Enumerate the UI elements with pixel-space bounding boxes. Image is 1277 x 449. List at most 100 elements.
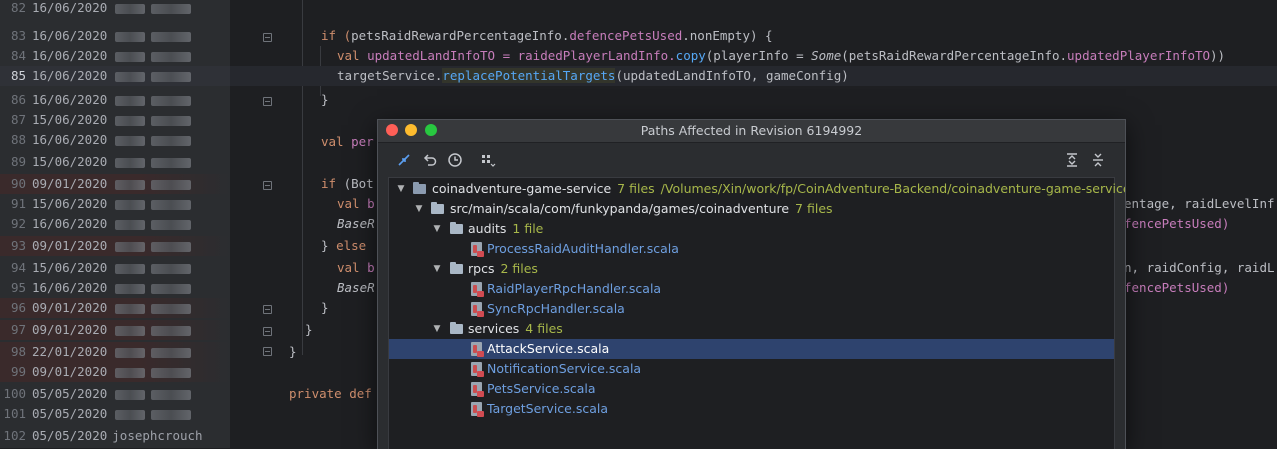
file-count: 7 files [617,181,655,196]
group-by-icon[interactable] [478,152,498,172]
field-name: updatedPlayerInfoTO [1067,48,1211,63]
gutter-row[interactable]: 84 16/06/2020 [0,46,230,66]
gutter-row[interactable]: 92 16/06/2020 [0,214,230,234]
blurred-author [151,409,192,420]
fold-marker-icon[interactable] [263,181,272,190]
folder-icon [450,322,463,334]
fold-marker-icon[interactable] [263,327,272,336]
tree-node-module[interactable]: ▼ coinadventure-game-service 7 files/Volu… [389,179,1125,199]
line-number: 90 [10,176,26,191]
code-text: n, raidConfig, raidL [1124,260,1275,275]
tree-node-file[interactable]: RaidPlayerRpcHandler.scala [389,279,1114,299]
blame-date: 05/05/2020 [32,386,108,401]
blame-date: 22/01/2020 [32,344,108,359]
blurred-author [151,283,192,294]
minimize-window-button[interactable] [405,124,417,136]
tree-node-file[interactable]: TargetService.scala [389,399,1114,419]
dialog-titlebar[interactable]: Paths Affected in Revision 6194992 [378,120,1125,143]
clock-icon[interactable] [445,152,465,172]
blurred-author [115,389,146,400]
gutter-row-current[interactable]: 85 16/06/2020 [0,66,230,86]
gutter-row[interactable]: 96 09/01/2020 [0,298,230,318]
gutter-row[interactable]: 99 09/01/2020 [0,362,230,382]
tree-node-directory[interactable]: ▼ src/main/scala/com/funkypanda/games/co… [389,199,1114,219]
scala-file-icon [471,282,484,297]
changed-paths-tree[interactable]: ▼ coinadventure-game-service 7 files/Volu… [388,177,1125,449]
blame-date: 16/06/2020 [32,216,108,231]
chevron-down-icon[interactable]: ▼ [395,179,407,199]
code-line[interactable]: if (petsRaidRewardPercentageInfo.defence… [321,26,1277,46]
tree-node-directory[interactable]: ▼ services 4 files [389,319,1114,339]
blurred-author [151,241,192,252]
gutter-row[interactable]: 88 16/06/2020 [0,130,230,150]
file-name: NotificationService.scala [487,361,642,376]
gutter-row[interactable]: 95 16/06/2020 [0,278,230,298]
blurred-author [151,367,192,378]
gutter-row[interactable]: 82 16/06/2020 [0,0,230,18]
dialog-toolbar [378,150,1125,174]
gutter-row[interactable]: 87 15/06/2020 [0,110,230,130]
gutter-row[interactable]: 89 15/06/2020 [0,152,230,172]
chevron-down-icon[interactable]: ▼ [413,199,425,219]
paths-affected-dialog: Paths Affected in Revision 6194992 ▼ coi… [377,119,1126,449]
fold-marker-icon[interactable] [263,33,272,42]
tree-node-file[interactable]: PetsService.scala [389,379,1114,399]
collapse-all-icon[interactable] [1088,152,1108,172]
code-line-tail[interactable]: entage, raidLevelInf [1124,194,1277,214]
gutter-row[interactable]: 83 16/06/2020 [0,26,230,46]
chevron-down-icon[interactable]: ▼ [431,319,443,339]
gutter-row[interactable]: 98 22/01/2020 [0,342,230,362]
tree-node-directory[interactable]: ▼ audits 1 file [389,219,1114,239]
gutter-row[interactable]: 94 15/06/2020 [0,258,230,278]
folder-icon [431,202,444,214]
code-line[interactable]: val updatedLandInfoTO = raidedPlayerLand… [337,46,1277,66]
code-text: b [367,260,375,275]
blurred-author [115,3,146,14]
code-line-current[interactable]: targetService.replacePotentialTargets(up… [230,66,1277,86]
fold-marker-icon[interactable] [263,347,272,356]
keyword: if [321,176,344,191]
chevron-down-icon[interactable]: ▼ [431,219,443,239]
diff-arrows-icon[interactable] [394,152,414,172]
fold-marker-icon[interactable] [263,97,272,106]
gutter-row[interactable]: 102 05/05/2020 josephcrouch [0,426,230,446]
blame-date: 05/05/2020 [32,406,108,421]
blame-date: 05/05/2020 [32,428,108,443]
tree-node-directory[interactable]: ▼ rpcs 2 files [389,259,1114,279]
scala-file-icon [471,362,484,377]
fold-marker-icon[interactable] [263,305,272,314]
line-number: 84 [10,48,26,63]
tree-node-label: services [468,321,520,336]
gutter-row[interactable]: 93 09/01/2020 [0,236,230,256]
expand-all-icon[interactable] [1062,152,1082,172]
code-line-tail[interactable]: fencePetsUsed) [1124,214,1277,234]
tree-node-file-selected[interactable]: AttackService.scala [389,339,1114,359]
keyword: val [337,196,368,211]
chevron-down-icon[interactable]: ▼ [431,259,443,279]
undo-icon[interactable] [420,152,440,172]
gutter-row[interactable]: 90 09/01/2020 [0,174,230,194]
blurred-author [151,71,192,82]
module-folder-icon [413,182,426,194]
code-text: petsRaidRewardPercentageInfo. [351,28,570,43]
code-line[interactable]: } [321,90,1277,110]
zoom-window-button[interactable] [425,124,437,136]
blurred-author [115,219,146,230]
gutter-row[interactable]: 86 16/06/2020 [0,90,230,110]
scala-file-icon [471,242,484,257]
code-text: } [305,322,313,337]
tree-node-file[interactable]: SyncRpcHandler.scala [389,299,1114,319]
gutter-row[interactable]: 97 09/01/2020 [0,320,230,340]
code-line-tail[interactable]: n, raidConfig, raidL [1124,258,1277,278]
line-number: 85 [10,68,26,83]
blurred-author [115,51,146,62]
gutter-row[interactable]: 101 05/05/2020 [0,404,230,424]
blurred-author [151,31,192,42]
gutter-row[interactable]: 91 15/06/2020 [0,194,230,214]
tree-node-file[interactable]: NotificationService.scala [389,359,1114,379]
tree-node-file[interactable]: ProcessRaidAuditHandler.scala [389,239,1114,259]
close-window-button[interactable] [386,124,398,136]
gutter-row[interactable]: 100 05/05/2020 [0,384,230,404]
code-text: (updatedLandInfoTO, gameConfig) [615,68,849,83]
code-line-tail[interactable]: fencePetsUsed) [1124,278,1277,298]
